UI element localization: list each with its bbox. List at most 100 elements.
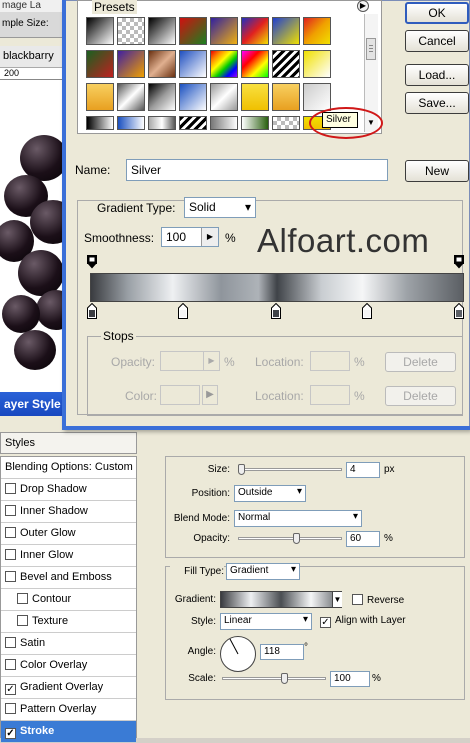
color-stop-icon[interactable] — [271, 303, 281, 319]
style-item[interactable]: Outer Glow — [1, 523, 136, 545]
preset-swatch[interactable] — [272, 17, 300, 45]
style-item[interactable]: Drop Shadow — [1, 479, 136, 501]
style-checkbox[interactable] — [5, 527, 16, 538]
color-stop-icon[interactable] — [87, 303, 97, 319]
preset-swatch[interactable] — [86, 17, 114, 45]
stop-color-swatch[interactable] — [160, 385, 200, 405]
chevron-down-icon[interactable]: ▼ — [332, 592, 342, 607]
preset-swatch[interactable] — [117, 17, 145, 45]
delete-color-stop-button[interactable]: Delete — [385, 386, 456, 406]
style-item[interactable]: Contour — [1, 589, 136, 611]
preset-swatch[interactable] — [210, 83, 238, 111]
load-button[interactable]: Load... — [405, 64, 469, 86]
preset-swatch[interactable] — [179, 50, 207, 78]
style-item[interactable]: Texture — [1, 611, 136, 633]
preset-swatch[interactable] — [148, 83, 176, 111]
gradient-picker[interactable] — [220, 591, 342, 608]
preset-swatch[interactable] — [272, 50, 300, 78]
opacity-input[interactable]: 60 — [346, 531, 380, 547]
style-checkbox[interactable] — [5, 549, 16, 560]
preset-swatch[interactable] — [179, 17, 207, 45]
size-input[interactable]: 4 — [346, 462, 380, 478]
preset-swatch[interactable] — [117, 50, 145, 78]
style-checkbox[interactable] — [5, 571, 16, 582]
style-item[interactable]: Satin — [1, 633, 136, 655]
opacity-slider-thumb[interactable] — [293, 533, 300, 544]
style-checkbox[interactable]: ✓ — [5, 728, 16, 739]
style-item[interactable]: Pattern Overlay — [1, 699, 136, 721]
style-select[interactable]: Linear — [220, 613, 312, 630]
style-checkbox[interactable] — [17, 615, 28, 626]
opacity-stop-icon[interactable] — [87, 255, 97, 269]
preset-swatch[interactable] — [272, 116, 300, 130]
style-item[interactable]: ✓ Gradient Overlay — [1, 677, 136, 699]
presets-menu-button[interactable]: ▶ — [357, 0, 369, 12]
smoothness-arrow-icon[interactable]: ▶ — [201, 228, 218, 246]
style-checkbox[interactable] — [5, 637, 16, 648]
document-tab[interactable]: blackbarry — [0, 46, 62, 68]
new-button[interactable]: New — [405, 160, 469, 182]
menu-bar[interactable]: mage La — [0, 0, 62, 12]
style-item[interactable]: Inner Shadow — [1, 501, 136, 523]
color-arrow-icon[interactable]: ▶ — [202, 385, 218, 405]
gradient-preview-bar[interactable] — [90, 273, 464, 302]
angle-dial[interactable] — [220, 636, 256, 672]
preset-swatch[interactable] — [86, 83, 114, 111]
preset-swatch[interactable] — [117, 83, 145, 111]
preset-swatch[interactable] — [179, 116, 207, 130]
style-item[interactable]: Color Overlay — [1, 655, 136, 677]
position-select[interactable]: Outside — [234, 485, 306, 502]
styles-header[interactable]: Styles — [0, 432, 137, 454]
name-input[interactable]: Silver — [126, 159, 388, 181]
preset-swatch[interactable] — [148, 17, 176, 45]
preset-swatch[interactable] — [303, 17, 331, 45]
preset-swatch[interactable] — [148, 50, 176, 78]
style-checkbox[interactable]: ✓ — [5, 684, 16, 695]
style-item[interactable]: Bevel and Emboss — [1, 567, 136, 589]
scale-input[interactable]: 100 — [330, 671, 370, 687]
style-checkbox[interactable] — [5, 505, 16, 516]
align-with-layer-checkbox[interactable]: ✓ Align with Layer — [320, 615, 406, 628]
save-button[interactable]: Save... — [405, 92, 469, 114]
style-item[interactable]: ✓ Stroke — [1, 721, 136, 743]
style-checkbox[interactable] — [17, 593, 28, 604]
preset-swatch[interactable] — [241, 83, 269, 111]
preset-swatch[interactable] — [303, 50, 331, 78]
stop-color-location-input[interactable] — [310, 385, 350, 405]
blend-mode-select[interactable]: Normal — [234, 510, 362, 527]
style-checkbox[interactable] — [5, 703, 16, 714]
preset-swatch[interactable] — [272, 83, 300, 111]
scale-slider[interactable] — [222, 677, 326, 680]
opacity-slider[interactable] — [238, 537, 342, 540]
preset-swatch[interactable] — [117, 116, 145, 130]
style-checkbox[interactable] — [5, 483, 16, 494]
size-slider[interactable] — [238, 468, 342, 471]
preset-swatch[interactable] — [148, 116, 176, 130]
preset-swatch[interactable] — [303, 83, 331, 111]
style-checkbox[interactable] — [5, 659, 16, 670]
preset-swatch[interactable] — [241, 50, 269, 78]
preset-swatch[interactable] — [241, 116, 269, 130]
opacity-stop-icon[interactable] — [454, 255, 464, 269]
style-item[interactable]: Inner Glow — [1, 545, 136, 567]
preset-swatch[interactable] — [86, 116, 114, 130]
delete-opacity-stop-button[interactable]: Delete — [385, 352, 456, 372]
style-item[interactable]: Blending Options: Custom — [1, 457, 136, 479]
color-stop-icon[interactable] — [454, 303, 464, 319]
color-stop-icon[interactable] — [178, 303, 188, 319]
size-slider-thumb[interactable] — [238, 464, 245, 475]
preset-swatch[interactable] — [210, 116, 238, 130]
ok-button[interactable]: OK — [405, 2, 469, 24]
gradient-type-select[interactable]: Solid — [184, 197, 256, 218]
preset-swatch[interactable] — [210, 17, 238, 45]
color-stop-icon[interactable] — [362, 303, 372, 319]
cancel-button[interactable]: Cancel — [405, 30, 469, 52]
stop-location-input[interactable] — [310, 351, 350, 371]
scrollbar-thumb[interactable] — [366, 38, 376, 60]
preset-swatch[interactable] — [179, 83, 207, 111]
preset-swatch[interactable] — [86, 50, 114, 78]
stop-opacity-input[interactable]: ▶ — [160, 351, 220, 371]
preset-swatch[interactable] — [241, 17, 269, 45]
reverse-checkbox[interactable]: Reverse — [352, 594, 404, 606]
fill-type-select[interactable]: Gradient — [226, 563, 300, 580]
